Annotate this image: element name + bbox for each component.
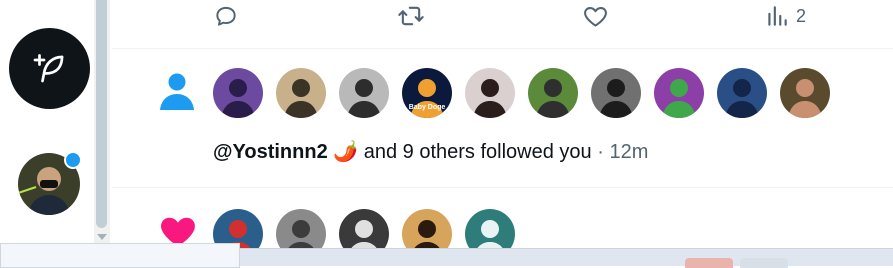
- views-count: 2: [796, 5, 807, 26]
- retweet-icon: [398, 6, 424, 26]
- follower-avatar[interactable]: Baby Doge: [402, 68, 452, 118]
- notification-dot: [64, 151, 82, 169]
- follow-notification[interactable]: Baby Doge @Yostinnn2 🌶️ and 9 others fol…: [112, 49, 893, 188]
- follower-avatar[interactable]: [717, 68, 767, 118]
- follower-avatar[interactable]: [780, 68, 830, 118]
- follower-avatar[interactable]: [591, 68, 641, 118]
- notifications-timeline: 2 Baby Doge @Yostinnn2 🌶️ and 9 others f…: [112, 0, 893, 259]
- bottom-taskbar: [0, 243, 893, 268]
- retweet-button[interactable]: [397, 2, 425, 30]
- left-navigation: [0, 0, 96, 265]
- emoji: 🌶️: [333, 141, 359, 163]
- follower-avatars: Baby Doge: [213, 68, 830, 118]
- follower-avatar[interactable]: [339, 68, 389, 118]
- like-notification[interactable]: [112, 188, 893, 259]
- follower-avatar[interactable]: [654, 68, 704, 118]
- follower-avatar[interactable]: [528, 68, 578, 118]
- status-tooltip: [0, 243, 240, 268]
- follower-avatar[interactable]: [276, 68, 326, 118]
- follower-username[interactable]: @Yostinnn2: [213, 141, 328, 163]
- reply-icon: [216, 6, 236, 26]
- taskbar-item[interactable]: [685, 258, 733, 268]
- vertical-scrollbar[interactable]: [94, 0, 110, 248]
- separator-dot: ·: [597, 141, 604, 163]
- views-bar-chart-icon: [768, 6, 787, 26]
- compose-post-button[interactable]: [9, 28, 90, 109]
- scrollbar-thumb[interactable]: [96, 0, 107, 228]
- views-button[interactable]: 2: [764, 2, 806, 30]
- feather-plus-icon: [33, 53, 63, 82]
- follower-avatar[interactable]: [213, 68, 263, 118]
- heart-icon: [584, 6, 607, 27]
- person-icon: [158, 71, 196, 116]
- taskbar-item[interactable]: [740, 258, 788, 268]
- scroll-down-arrow-icon[interactable]: [97, 234, 107, 240]
- like-button[interactable]: [582, 2, 609, 30]
- notification-text: @Yostinnn2 🌶️ and 9 others followed you …: [213, 139, 648, 164]
- reply-button[interactable]: [213, 2, 239, 30]
- post-action-bar: 2: [112, 0, 893, 49]
- avatar-label: Baby Doge: [409, 104, 446, 111]
- timestamp[interactable]: 12m: [609, 141, 648, 163]
- others-followed-text: and 9 others followed you: [363, 141, 592, 163]
- follower-avatar[interactable]: [465, 68, 515, 118]
